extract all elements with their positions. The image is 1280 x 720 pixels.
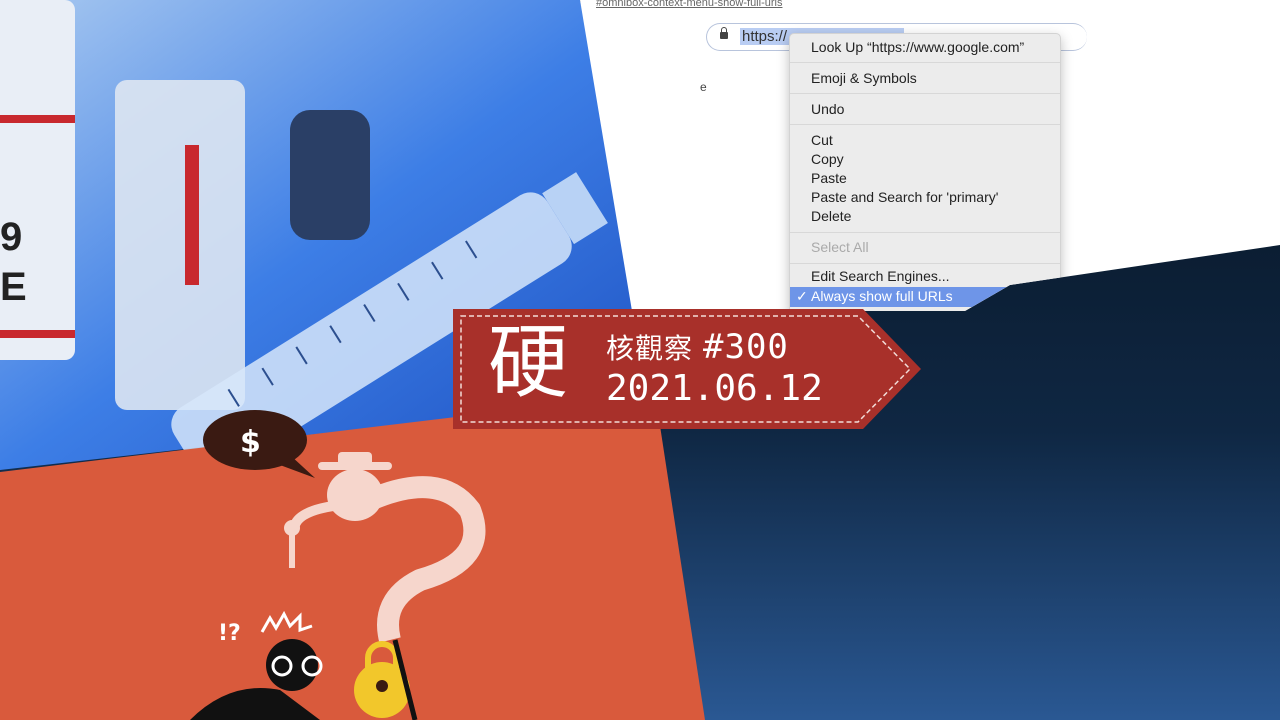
- menu-divider: [790, 232, 1060, 233]
- banner-date: 2021.06.12: [606, 368, 823, 409]
- svg-text:$: $: [240, 425, 261, 460]
- menu-item-paste-and-search[interactable]: Paste and Search for 'primary': [811, 188, 998, 206]
- menu-item-copy[interactable]: Copy: [811, 150, 844, 168]
- episode-number: #300: [703, 327, 789, 367]
- menu-item-select-all: Select All: [811, 239, 869, 255]
- check-icon: ✓: [796, 288, 808, 304]
- lock-icon: [720, 27, 728, 39]
- menu-item-paste[interactable]: Paste: [811, 169, 847, 187]
- menu-item-label: Always show full URLs: [811, 288, 953, 304]
- menu-divider: [790, 263, 1060, 264]
- menu-divider: [790, 62, 1060, 63]
- menu-divider: [790, 124, 1060, 125]
- menu-divider: [790, 93, 1060, 94]
- menu-item-emoji-symbols[interactable]: Emoji & Symbols: [811, 69, 917, 87]
- svg-text:!?: !?: [218, 621, 241, 646]
- menu-item-undo[interactable]: Undo: [811, 100, 844, 118]
- flag-link[interactable]: #omnibox-context-menu-show-full-urls: [596, 0, 782, 9]
- menu-item-look-up[interactable]: Look Up “https://www.google.com”: [811, 38, 1024, 56]
- banner-big-char: 硬: [488, 316, 568, 409]
- banner-title-line: 核觀察 #300: [606, 328, 789, 368]
- series-name: 核觀察: [606, 332, 694, 365]
- page-text: e: [700, 80, 707, 94]
- menu-item-cut[interactable]: Cut: [811, 131, 833, 149]
- menu-item-edit-search-engines[interactable]: Edit Search Engines...: [811, 267, 950, 285]
- context-menu: Look Up “https://www.google.com” Emoji &…: [789, 33, 1061, 311]
- menu-item-delete[interactable]: Delete: [811, 207, 851, 225]
